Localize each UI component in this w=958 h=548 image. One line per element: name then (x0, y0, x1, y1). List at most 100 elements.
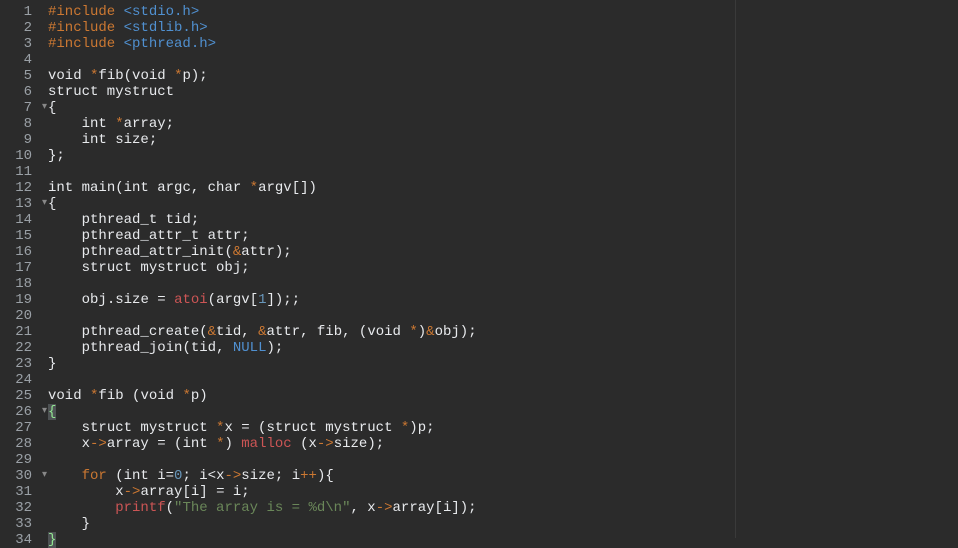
code-token: ; (426, 420, 434, 436)
code-token: * (115, 116, 123, 132)
code-token: for (82, 468, 116, 484)
code-token: void (132, 68, 174, 84)
code-token: [ (182, 484, 190, 500)
code-line[interactable]: int main(int argc, char *argv[]) (48, 180, 958, 196)
code-line[interactable]: struct mystruct obj; (48, 260, 958, 276)
code-token (48, 260, 82, 276)
code-token: int (48, 180, 82, 196)
code-line[interactable]: ▾ for (int i=0; i<x->size; i++){ (48, 468, 958, 484)
code-token: ] = (199, 484, 233, 500)
code-editor[interactable]: #include <stdio.h>#include <stdlib.h>#in… (40, 0, 958, 538)
code-token (48, 292, 82, 308)
code-token: void (367, 324, 409, 340)
code-line[interactable]: pthread_join(tid, NULL); (48, 340, 958, 356)
code-line[interactable]: pthread_attr_init(&attr); (48, 244, 958, 260)
code-token: obj (216, 260, 241, 276)
code-line[interactable]: } (48, 516, 958, 532)
code-token: printf (115, 500, 165, 516)
code-line[interactable] (48, 276, 958, 292)
code-line[interactable] (48, 452, 958, 468)
code-token: #include (48, 36, 124, 52)
code-line[interactable]: int *array; (48, 116, 958, 132)
code-line[interactable]: struct mystruct *x = (struct mystruct *)… (48, 420, 958, 436)
code-token: -> (224, 468, 241, 484)
code-token: <stdio.h> (124, 4, 200, 20)
code-token: x (309, 436, 317, 452)
line-number: 29 (0, 452, 32, 468)
code-token: fib (317, 324, 342, 340)
code-line[interactable]: ▾{ (48, 100, 958, 116)
code-token: int (124, 180, 158, 196)
fold-marker-icon[interactable]: ▾ (42, 196, 47, 212)
line-number: 18 (0, 276, 32, 292)
code-line[interactable]: obj.size = atoi(argv[1]);; (48, 292, 958, 308)
code-line[interactable]: int size; (48, 132, 958, 148)
code-line[interactable]: printf("The array is = %d\n", x->array[i… (48, 500, 958, 516)
code-token: = ( (233, 420, 267, 436)
code-line[interactable]: ▾{ (48, 196, 958, 212)
code-token: attr (208, 228, 242, 244)
code-token: argv (216, 292, 250, 308)
line-number: 26 (0, 404, 32, 420)
code-token: fib (98, 68, 123, 84)
fold-marker-icon[interactable]: ▾ (42, 404, 47, 420)
code-line[interactable]: void *fib(void *p); (48, 68, 958, 84)
code-token: -> (376, 500, 393, 516)
code-token: . (107, 292, 115, 308)
code-line[interactable] (48, 52, 958, 68)
code-token: ( (300, 436, 308, 452)
code-token: argc (157, 180, 191, 196)
code-token: i (292, 468, 300, 484)
code-line[interactable]: }; (48, 148, 958, 164)
line-number: 28 (0, 436, 32, 452)
code-line[interactable] (48, 308, 958, 324)
code-token: ){ (317, 468, 334, 484)
code-token: pthread_attr_t (82, 228, 208, 244)
code-token: 1 (258, 292, 266, 308)
code-line[interactable]: } (48, 532, 958, 548)
code-token: ( (224, 244, 232, 260)
code-line[interactable]: pthread_t tid; (48, 212, 958, 228)
code-token: ( (182, 340, 190, 356)
code-line[interactable]: struct mystruct (48, 84, 958, 100)
code-token (48, 420, 82, 436)
code-token: , (216, 340, 233, 356)
code-token: ); (266, 340, 283, 356)
code-token: ; (191, 212, 199, 228)
code-token: -> (90, 436, 107, 452)
line-number: 11 (0, 164, 32, 180)
code-line[interactable] (48, 372, 958, 388)
code-token: #include (48, 20, 124, 36)
code-token: ; (149, 132, 157, 148)
code-line[interactable]: void *fib (void *p) (48, 388, 958, 404)
fold-marker-icon[interactable]: ▾ (42, 468, 47, 484)
code-line[interactable]: pthread_create(&tid, &attr, fib, (void *… (48, 324, 958, 340)
code-token: [ (250, 292, 258, 308)
line-number: 12 (0, 180, 32, 196)
code-line[interactable]: pthread_attr_t attr; (48, 228, 958, 244)
code-line[interactable] (48, 164, 958, 180)
code-token: } (82, 516, 90, 532)
code-token: tid (166, 212, 191, 228)
code-token: ; (182, 468, 199, 484)
code-token: struct mystruct (48, 84, 174, 100)
code-line[interactable]: ▾{ (48, 404, 958, 420)
code-token: }; (48, 148, 65, 164)
code-line[interactable]: } (48, 356, 958, 372)
line-number: 14 (0, 212, 32, 228)
code-token: void (48, 388, 90, 404)
fold-marker-icon[interactable]: ▾ (42, 100, 47, 116)
code-line[interactable]: x->array[i] = i; (48, 484, 958, 500)
code-token: * (250, 180, 258, 196)
code-line[interactable]: #include <stdio.h> (48, 4, 958, 20)
code-line[interactable]: #include <pthread.h> (48, 36, 958, 52)
code-token: argv (258, 180, 292, 196)
code-token: ; (275, 468, 292, 484)
code-token: & (426, 324, 434, 340)
line-number: 31 (0, 484, 32, 500)
code-line[interactable]: x->array = (int *) malloc (x->size); (48, 436, 958, 452)
code-line[interactable]: #include <stdlib.h> (48, 20, 958, 36)
code-token: i (199, 468, 207, 484)
code-token: x (367, 500, 375, 516)
line-number: 34 (0, 532, 32, 548)
